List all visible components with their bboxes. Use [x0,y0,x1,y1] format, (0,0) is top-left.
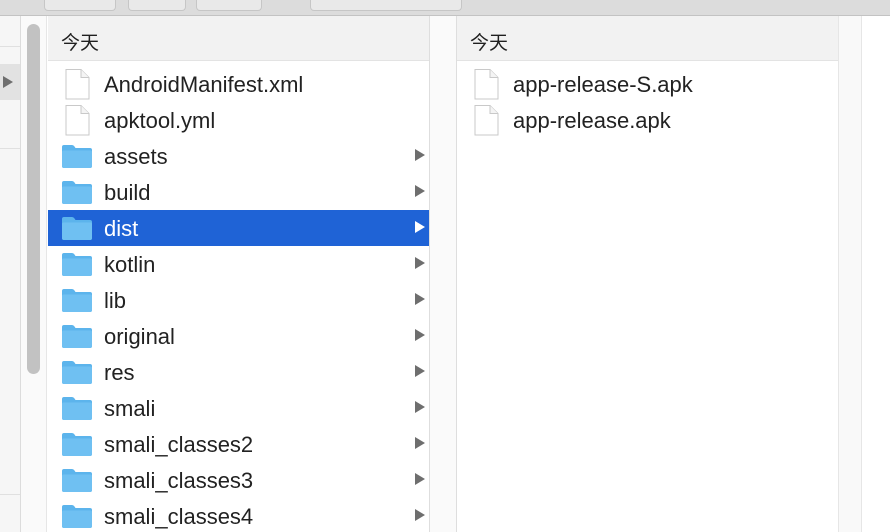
toolbar-button[interactable] [196,0,262,11]
column-scrollbar[interactable] [21,16,47,532]
file-row[interactable]: app-release-S.apk [457,66,838,102]
finder-window: 今天 AndroidManifest.xml apktool.yml assets b… [0,0,890,532]
item-name: smali_classes4 [104,504,254,529]
folder-row[interactable]: build [48,174,429,210]
folder-icon [61,430,93,458]
column-resize-gutter [430,16,456,532]
folder-row[interactable]: dist [48,210,429,246]
item-name: original [104,324,175,349]
item-name: build [104,180,151,205]
column-middle: 今天 AndroidManifest.xml apktool.yml assets b… [48,16,429,532]
item-name: smali_classes3 [104,468,254,493]
scrollbar-thumb[interactable] [27,24,40,374]
column-scrollbar[interactable] [839,16,862,532]
toolbar [0,0,890,16]
folder-row[interactable]: res [48,354,429,390]
document-icon [470,68,502,100]
chevron-right-icon [415,365,425,377]
folder-row[interactable]: lib [48,282,429,318]
document-icon [61,104,93,136]
column-header-label: 今天 [61,33,100,54]
folder-row[interactable]: smali_classes2 [48,426,429,462]
file-row[interactable]: apktool.yml [48,102,429,138]
chevron-right-icon [415,185,425,197]
item-name: app-release.apk [513,108,671,133]
item-name: dist [104,216,139,241]
chevron-right-icon [415,293,425,305]
folder-row[interactable]: original [48,318,429,354]
folder-icon [61,466,93,494]
chevron-right-icon [415,329,425,341]
toolbar-button[interactable] [128,0,186,11]
folder-icon [61,322,93,350]
item-name: kotlin [104,252,156,277]
folder-icon [61,502,93,530]
column-header: 今天 [457,16,838,61]
column-right: 今天 app-release-S.apk app-release.apk [457,16,838,532]
column-header-label: 今天 [470,33,509,54]
chevron-right-icon [415,149,425,161]
chevron-right-icon [415,437,425,449]
folder-icon [61,250,93,278]
file-row[interactable]: AndroidManifest.xml [48,66,429,102]
chevron-right-icon [415,257,425,269]
column-header: 今天 [48,16,429,61]
toolbar-button[interactable] [44,0,116,11]
item-name: smali_classes2 [104,432,254,457]
folder-row[interactable]: smali_classes3 [48,462,429,498]
toolbar-button[interactable] [310,0,462,11]
folder-icon [61,358,93,386]
document-icon [470,104,502,136]
folder-row[interactable]: assets [48,138,429,174]
file-list: app-release-S.apk app-release.apk [457,66,838,138]
chevron-right-icon [415,509,425,521]
folder-row[interactable]: smali [48,390,429,426]
chevron-right-icon [415,473,425,485]
document-icon [61,68,93,100]
chevron-right-icon [3,76,13,88]
file-row[interactable]: app-release.apk [457,102,838,138]
item-name: apktool.yml [104,108,216,133]
right-gutter [838,16,890,532]
chevron-right-icon [415,401,425,413]
file-list: AndroidManifest.xml apktool.yml assets buil… [48,66,429,532]
folder-row[interactable]: kotlin [48,246,429,282]
folder-row[interactable]: smali_classes4 [48,498,429,532]
chevron-right-icon [415,221,425,233]
item-name: assets [104,144,168,169]
previous-column [0,16,21,532]
folder-icon [61,142,93,170]
item-name: app-release-S.apk [513,72,693,97]
folder-icon [61,394,93,422]
item-name: smali [104,396,156,421]
item-name: lib [104,288,127,313]
item-name: res [104,360,135,385]
item-name: AndroidManifest.xml [104,72,304,97]
folder-icon [61,178,93,206]
folder-icon [61,286,93,314]
folder-icon [61,214,93,242]
